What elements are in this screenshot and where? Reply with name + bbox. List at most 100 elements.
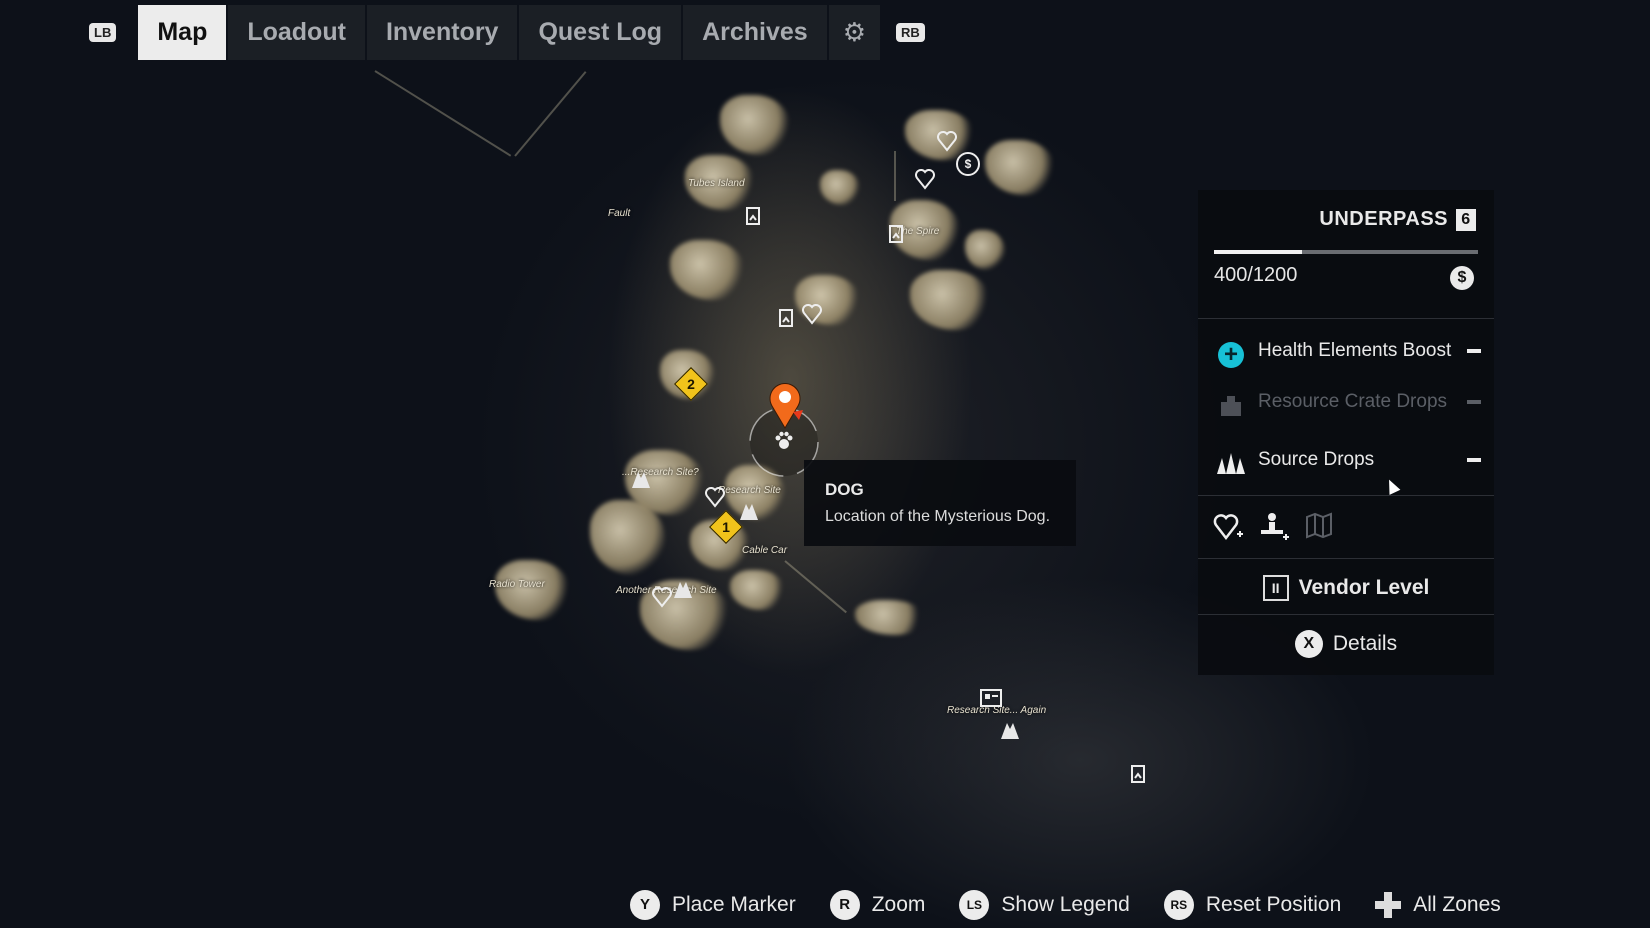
hint-label: All Zones <box>1413 893 1501 916</box>
research-site-icon[interactable] <box>999 721 1021 741</box>
bonus-health-elements: + Health Elements Boost <box>1216 340 1481 370</box>
label-fault: Fault <box>608 208 631 219</box>
bookmark-icon[interactable] <box>778 308 794 328</box>
divider <box>1198 558 1494 559</box>
zone-icon-row <box>1212 510 1336 542</box>
heart-location-icon[interactable] <box>802 303 822 325</box>
crate-icon <box>1221 396 1241 416</box>
hint-show-legend[interactable]: LS Show Legend <box>959 890 1130 920</box>
tooltip-description: Location of the Mysterious Dog. <box>825 508 1051 525</box>
bonus-label: Source Drops <box>1258 449 1375 470</box>
map-terrain <box>855 600 925 635</box>
vendor-level: II Vendor Level <box>1198 575 1494 601</box>
zone-progress-text: 400/1200 <box>1214 264 1298 286</box>
hint-zoom[interactable]: R Zoom <box>829 890 926 920</box>
quest-number: 1 <box>722 519 730 535</box>
map-terrain <box>590 500 665 575</box>
divider <box>1198 495 1494 496</box>
map-road <box>784 560 847 614</box>
vendor-level-label: Vendor Level <box>1298 576 1430 599</box>
y-button-icon: Y <box>630 890 660 920</box>
zone-name: UNDERPASS <box>1319 208 1448 230</box>
hint-label: Reset Position <box>1205 893 1342 916</box>
source-crystal-icon <box>1217 453 1245 474</box>
lb-button[interactable]: LB <box>89 23 117 42</box>
health-plus-icon: + <box>1218 342 1244 368</box>
gear-icon: ⚙ <box>842 17 867 47</box>
rb-button[interactable]: RB <box>896 23 925 42</box>
hint-reset-position[interactable]: RS Reset Position <box>1163 890 1342 920</box>
zone-progress-bar <box>1214 250 1478 254</box>
map-terrain <box>730 570 785 610</box>
map-terrain <box>670 240 745 300</box>
bookmark-icon[interactable] <box>1130 764 1146 784</box>
vendor-level-badge: II <box>1262 575 1289 601</box>
bonus-resource-crate: Resource Crate Drops <box>1216 391 1481 421</box>
zone-progress-fill <box>1214 250 1302 254</box>
heart-location-add-icon[interactable] <box>1212 510 1244 542</box>
heart-location-icon[interactable] <box>652 586 672 608</box>
map-terrain <box>965 230 1005 270</box>
heart-location-icon[interactable] <box>915 168 935 190</box>
map-road <box>894 151 896 201</box>
bonus-source-drops: Source Drops <box>1216 449 1481 479</box>
tab-loadout[interactable]: Loadout <box>228 5 365 60</box>
minus-icon <box>1467 349 1481 353</box>
tab-archives[interactable]: Archives <box>683 5 827 60</box>
divider <box>1198 614 1494 615</box>
tab-inventory[interactable]: Inventory <box>366 5 518 60</box>
map-tooltip: DOG Location of the Mysterious Dog. <box>804 460 1076 546</box>
hint-place-marker[interactable]: Y Place Marker <box>630 890 796 920</box>
label-research-site: Research Site <box>718 485 781 496</box>
dpad-icon <box>1375 892 1402 918</box>
map-terrain <box>720 95 790 155</box>
map-fragment-add-icon[interactable] <box>1304 510 1336 542</box>
coin-icon: $ <box>1450 266 1474 290</box>
paw-icon[interactable] <box>773 430 795 452</box>
research-site-icon[interactable] <box>738 502 760 522</box>
quest-marker-1[interactable]: 1 <box>709 510 743 544</box>
heart-location-icon[interactable] <box>937 130 957 152</box>
survivor-add-icon[interactable] <box>1258 510 1290 542</box>
bonus-label: Health Elements Boost <box>1258 340 1452 361</box>
hint-label: Place Marker <box>672 893 796 916</box>
hint-all-zones[interactable]: All Zones <box>1375 892 1501 918</box>
x-button-icon: X <box>1294 630 1323 658</box>
bookmark-icon[interactable] <box>888 224 904 244</box>
quest-number: 2 <box>687 376 695 392</box>
label-radio-tower: Radio Tower <box>489 579 545 590</box>
research-site-icon[interactable] <box>630 470 652 490</box>
zone-header: UNDERPASS 6 <box>1319 208 1476 231</box>
zone-level-badge: 6 <box>1456 208 1476 231</box>
button-hints: Y Place Marker R Zoom LS Show Legend RS … <box>630 890 1501 920</box>
divider <box>1198 318 1494 319</box>
heart-location-icon[interactable] <box>705 486 725 508</box>
minus-icon <box>1467 458 1481 462</box>
map-terrain <box>985 140 1055 195</box>
tab-map[interactable]: Map <box>138 5 227 60</box>
vendor-icon[interactable]: $ <box>956 152 980 176</box>
tab-quest-log[interactable]: Quest Log <box>519 5 682 60</box>
research-site-icon[interactable] <box>672 580 694 600</box>
details-label: Details <box>1332 632 1398 655</box>
tooltip-title: DOG <box>825 480 864 499</box>
map-road <box>374 70 512 157</box>
right-stick-icon: R <box>829 890 860 920</box>
zone-panel: UNDERPASS 6 400/1200 $ + Health Elements… <box>1198 190 1494 675</box>
terminal-icon[interactable] <box>980 689 1002 707</box>
map-road <box>514 71 587 157</box>
bookmark-icon[interactable] <box>745 206 761 226</box>
label-tubes-island: Tubes Island <box>688 178 745 189</box>
waypoint-pin-icon[interactable] <box>765 380 805 430</box>
hint-label: Show Legend <box>1001 893 1130 916</box>
left-stick-icon: LS <box>959 890 990 920</box>
map-terrain <box>495 560 570 620</box>
map-terrain <box>910 270 990 330</box>
bonus-label: Resource Crate Drops <box>1258 391 1448 412</box>
minus-icon <box>1467 400 1481 404</box>
details-button[interactable]: X Details <box>1198 630 1494 658</box>
map-terrain <box>820 170 860 205</box>
tab-settings[interactable]: ⚙ <box>828 5 881 60</box>
quest-marker-2[interactable]: 2 <box>674 367 708 401</box>
hint-label: Zoom <box>871 893 926 916</box>
